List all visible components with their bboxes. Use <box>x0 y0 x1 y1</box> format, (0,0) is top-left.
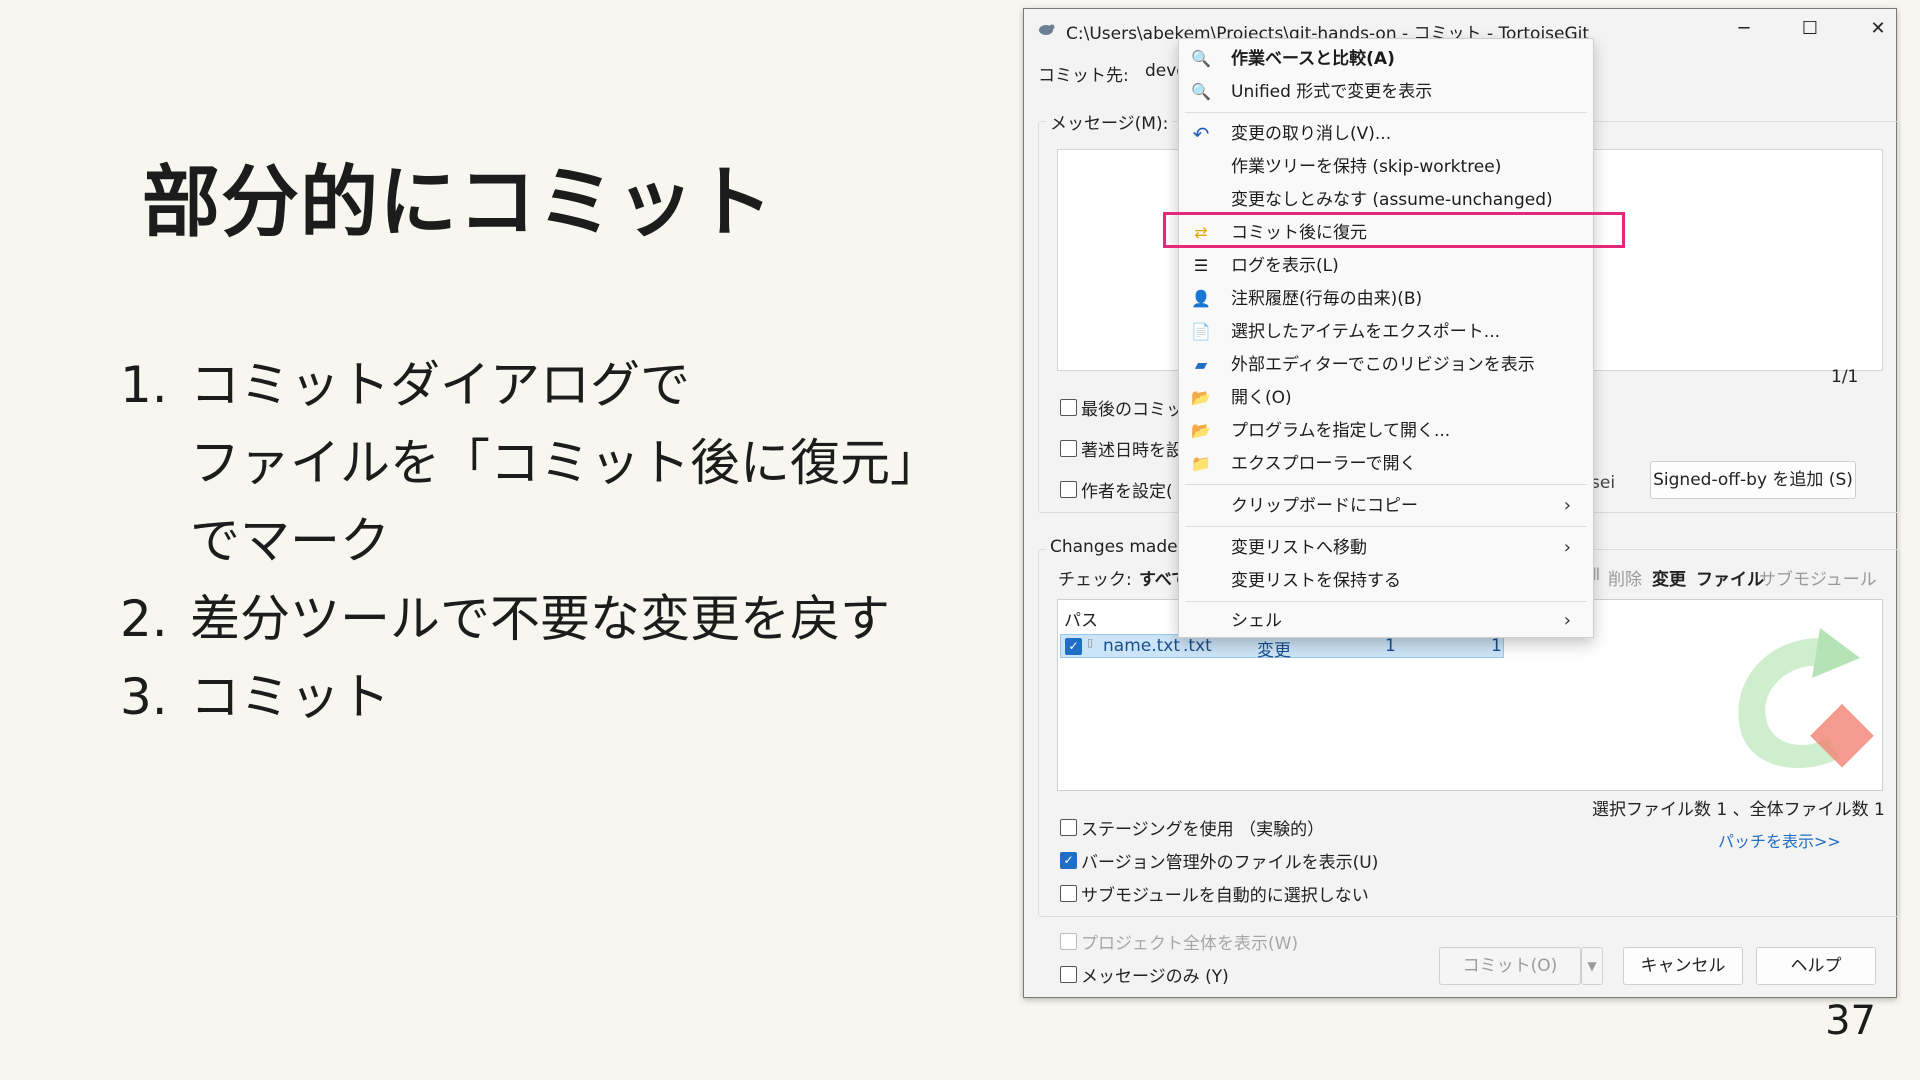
menu-item-unified-diff[interactable]: 🔍 Unified 形式で変更を表示 <box>1179 76 1593 108</box>
commit-button[interactable]: コミット(O) <box>1439 947 1581 985</box>
check-label: チェック: <box>1058 570 1132 590</box>
commit-dropdown-icon[interactable]: ▼ <box>1581 947 1603 985</box>
menu-item-copy-clipboard[interactable]: クリップボードにコピー › <box>1179 490 1593 522</box>
step-text: コミット <box>190 668 390 726</box>
step-item: 3. コミット <box>120 658 940 736</box>
maximize-button[interactable]: ☐ <box>1780 9 1840 49</box>
magnifier-icon: 🔍 <box>1191 82 1211 101</box>
menu-item-open[interactable]: 📂 開く(O) <box>1179 382 1593 414</box>
chevron-right-icon: › <box>1563 537 1571 558</box>
file-status: 変更 <box>1257 641 1291 661</box>
step-text: 差分ツールで不要な変更を戻す <box>190 590 890 648</box>
file-icon: ▯ <box>1087 636 1094 649</box>
slide-title: 部分的にコミット <box>142 158 775 248</box>
step-number: 2. <box>120 590 168 648</box>
menu-item-blame[interactable]: 👤 注釈履歴(行毎の由来)(B) <box>1179 283 1593 315</box>
page-number: 37 <box>1825 998 1876 1044</box>
menu-separator <box>1185 526 1587 527</box>
tortoisegit-watermark-icon <box>1738 628 1874 768</box>
steps-list: 1. コミットダイアログで ファイルを「コミット後に復元」 でマーク 2. 差分… <box>120 346 940 736</box>
set-author-checkbox[interactable]: 作者を設定( <box>1060 477 1173 502</box>
menu-item-compare-base[interactable]: 🔍 作業ベースと比較(A) <box>1179 43 1593 75</box>
editor-icon: ▰ <box>1194 355 1208 374</box>
chevron-right-icon: › <box>1563 495 1571 516</box>
step-text: コミットダイアログで <box>190 356 690 414</box>
menu-item-show-log[interactable]: ☰ ログを表示(L) <box>1179 250 1593 282</box>
menu-item-keep-changelist[interactable]: 変更リストを保持する <box>1179 565 1593 597</box>
folder-icon: 📂 <box>1191 421 1211 440</box>
menu-item-revert[interactable]: ↶ 変更の取り消し(V)... <box>1179 118 1593 150</box>
staging-checkbox[interactable]: ステージングを使用 （実験的） <box>1060 815 1324 840</box>
chevron-right-icon: › <box>1563 610 1571 631</box>
file-name: name.txt <box>1103 636 1181 656</box>
menu-item-export[interactable]: 📄 選択したアイテムをエクスポート... <box>1179 316 1593 348</box>
step-text: ファイルを「コミット後に復元」 <box>190 434 940 492</box>
file-checkbox[interactable]: ✓ <box>1065 638 1082 655</box>
filter-submodules[interactable]: サブモジュール <box>1759 565 1877 590</box>
undo-icon: ↶ <box>1192 122 1210 146</box>
filter-modified[interactable]: 変更 <box>1652 565 1686 590</box>
menu-item-shell[interactable]: シェル › <box>1179 605 1593 637</box>
file-ext: .txt <box>1183 636 1212 656</box>
filter-deleted[interactable]: 削除 <box>1608 565 1642 590</box>
menu-item-open-explorer[interactable]: 📁 エクスプローラーで開く <box>1179 448 1593 480</box>
message-only-checkbox[interactable]: メッセージのみ (Y) <box>1060 962 1229 987</box>
export-icon: 📄 <box>1191 322 1211 341</box>
signed-off-button[interactable]: Signed-off-by を追加 (S) <box>1650 461 1856 499</box>
step-item: 1. コミットダイアログで ファイルを「コミット後に復元」 でマーク <box>120 346 940 580</box>
menu-item-open-with[interactable]: 📂 プログラムを指定して開く... <box>1179 415 1593 447</box>
lines-added: 1 <box>1385 636 1396 656</box>
explorer-icon: 📁 <box>1191 454 1211 473</box>
tortoise-icon <box>1039 24 1055 35</box>
no-submodules-checkbox[interactable]: サブモジュールを自動的に選択しない <box>1060 881 1369 906</box>
menu-separator <box>1185 484 1587 485</box>
context-menu: 🔍 作業ベースと比較(A) 🔍 Unified 形式で変更を表示 ↶ 変更の取り消し(… <box>1178 38 1594 638</box>
lines-removed: 1 <box>1491 636 1502 656</box>
folder-icon: 📂 <box>1191 388 1211 407</box>
message-counter: 1/1 <box>1831 367 1859 387</box>
whole-project-checkbox[interactable]: プロジェクト全体を表示(W) <box>1060 929 1298 954</box>
step-number: 1. <box>120 356 168 414</box>
minimize-button[interactable]: ─ <box>1714 9 1774 49</box>
step-item: 2. 差分ツールで不要な変更を戻す <box>120 580 940 658</box>
blame-icon: 👤 <box>1191 289 1211 308</box>
partial-label: sei <box>1591 473 1616 493</box>
show-patch-link[interactable]: パッチを表示>> <box>1718 828 1841 852</box>
commit-to-label: コミット先: <box>1038 66 1129 86</box>
step-text: でマーク <box>190 512 390 570</box>
cancel-button[interactable]: キャンセル <box>1623 947 1743 985</box>
menu-item-move-changelist[interactable]: 変更リストへ移動 › <box>1179 532 1593 564</box>
filter-files[interactable]: ファイル <box>1696 565 1764 590</box>
file-count-summary: 選択ファイル数 1 、全体ファイル数 1 <box>1592 800 1885 820</box>
menu-separator <box>1185 601 1587 602</box>
menu-item-skip-worktree[interactable]: 作業ツリーを保持 (skip-worktree) <box>1179 151 1593 183</box>
column-header-path[interactable]: パス <box>1064 606 1098 631</box>
message-label: メッセージ(M): <box>1046 109 1173 134</box>
menu-item-external-editor[interactable]: ▰ 外部エディターでこのリビジョンを表示 <box>1179 349 1593 381</box>
changes-label: Changes made ( <box>1046 537 1194 557</box>
log-icon: ☰ <box>1193 256 1209 275</box>
help-button[interactable]: ヘルプ <box>1756 947 1876 985</box>
close-button[interactable]: ✕ <box>1848 9 1908 49</box>
menu-separator <box>1185 112 1587 113</box>
highlight-box <box>1163 212 1625 248</box>
show-unversioned-checkbox[interactable]: ✓ バージョン管理外のファイルを表示(U) <box>1060 848 1378 873</box>
set-date-checkbox[interactable]: 著述日時を設 <box>1060 436 1183 461</box>
magnifier-icon: 🔍 <box>1191 49 1211 68</box>
step-number: 3. <box>120 668 168 726</box>
